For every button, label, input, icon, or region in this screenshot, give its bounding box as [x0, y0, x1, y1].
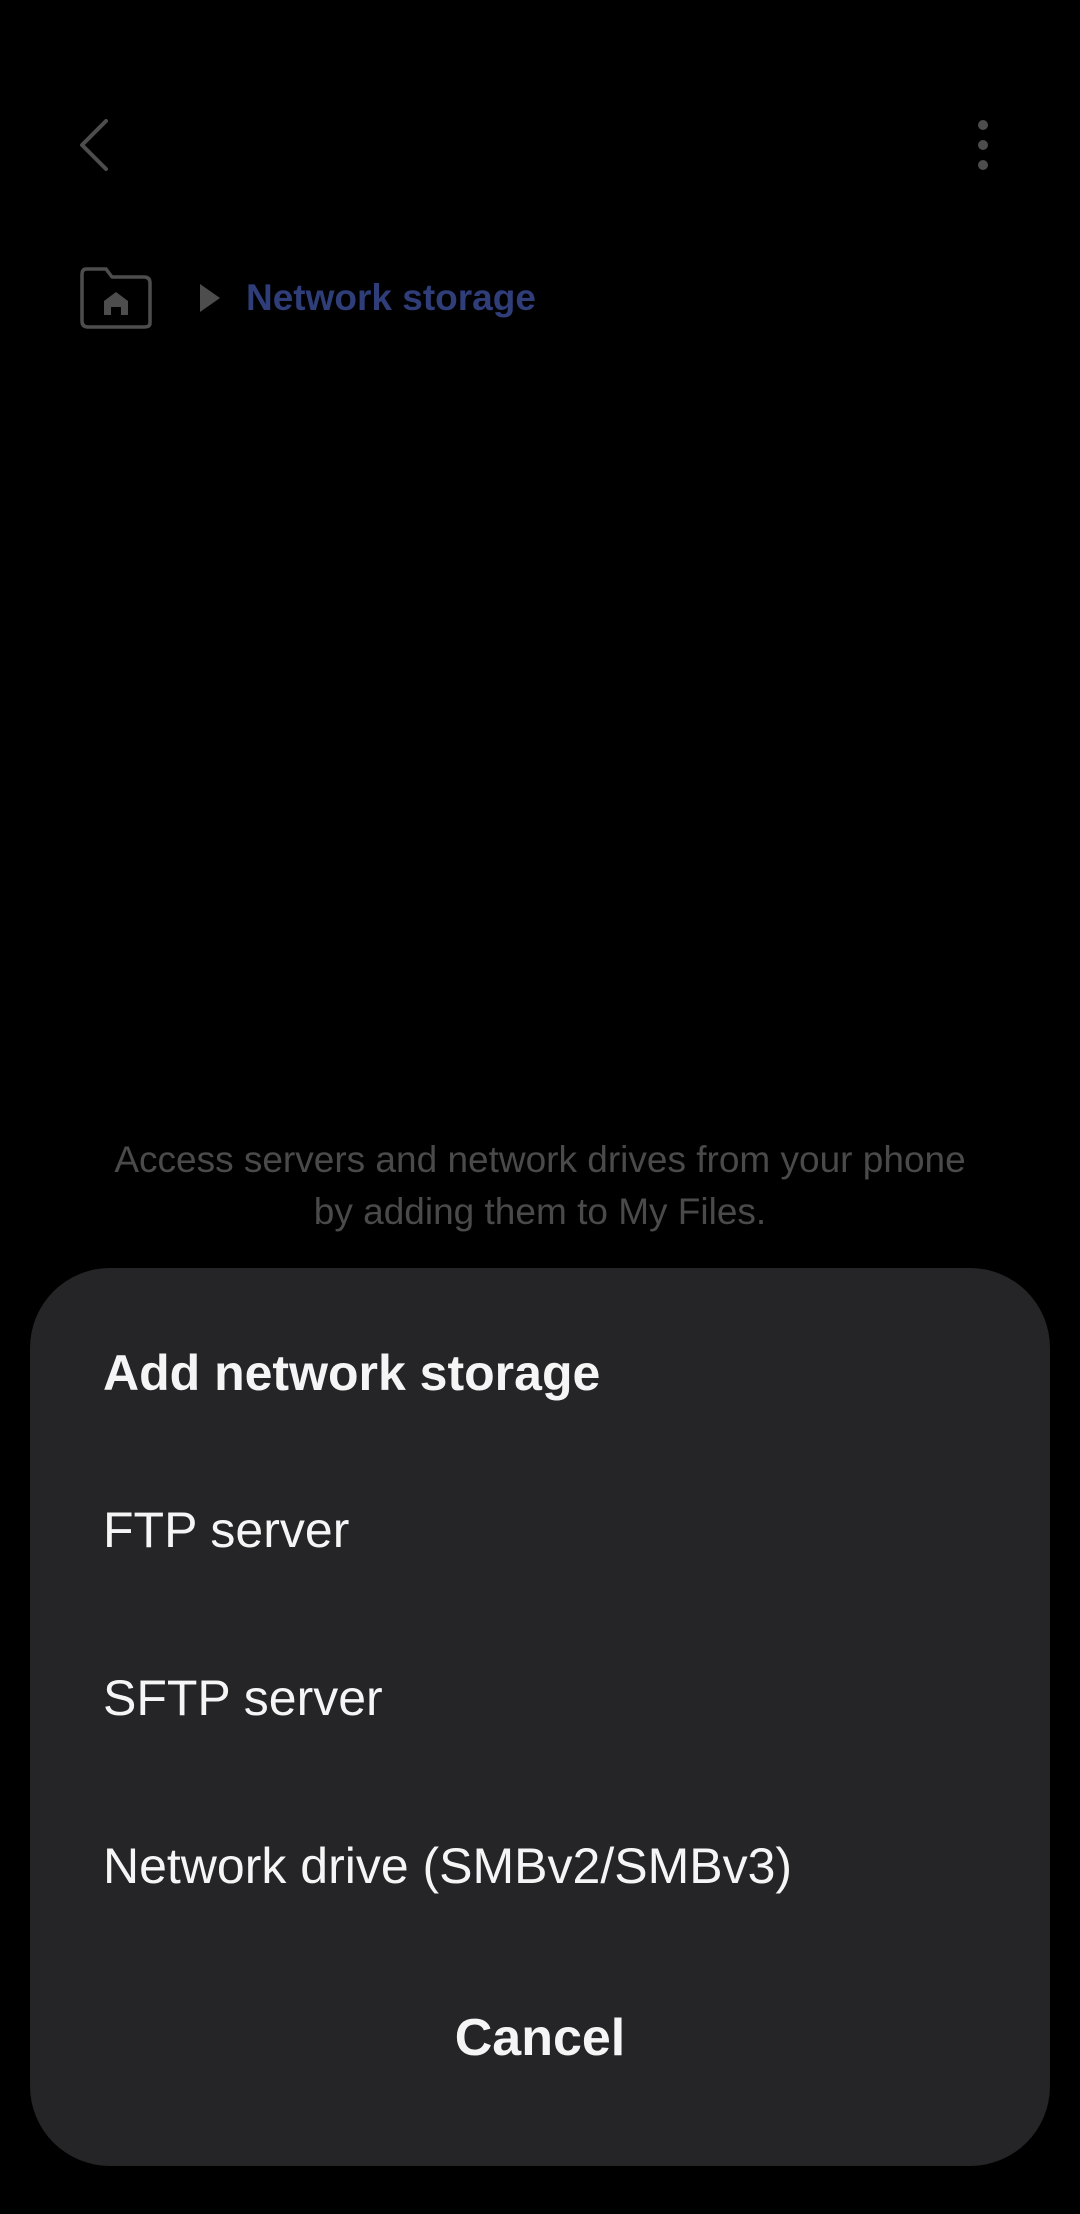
- breadcrumb: Network storage: [78, 265, 536, 331]
- cancel-button[interactable]: Cancel: [350, 1968, 730, 2108]
- breadcrumb-home[interactable]: [78, 265, 154, 331]
- play-triangle-icon: [200, 284, 220, 312]
- option-sftp-server[interactable]: SFTP server: [30, 1623, 1050, 1773]
- option-network-drive[interactable]: Network drive (SMBv2/SMBv3): [30, 1791, 1050, 1941]
- option-ftp-server[interactable]: FTP server: [30, 1455, 1050, 1605]
- empty-state-description: Access servers and network drives from y…: [114, 1139, 966, 1232]
- breadcrumb-current: Network storage: [246, 277, 536, 318]
- home-folder-icon: [80, 267, 152, 329]
- more-options-button[interactable]: [950, 100, 1016, 190]
- back-button[interactable]: [56, 100, 132, 190]
- add-network-storage-sheet: Add network storage FTP server SFTP serv…: [30, 1268, 1050, 2166]
- sheet-title: Add network storage: [103, 1345, 601, 1401]
- chevron-left-icon: [80, 119, 108, 171]
- more-vertical-icon: [978, 120, 988, 170]
- breadcrumb-separator: [196, 281, 224, 315]
- network-storage-screen: Network storage Access servers and netwo…: [0, 0, 1080, 2214]
